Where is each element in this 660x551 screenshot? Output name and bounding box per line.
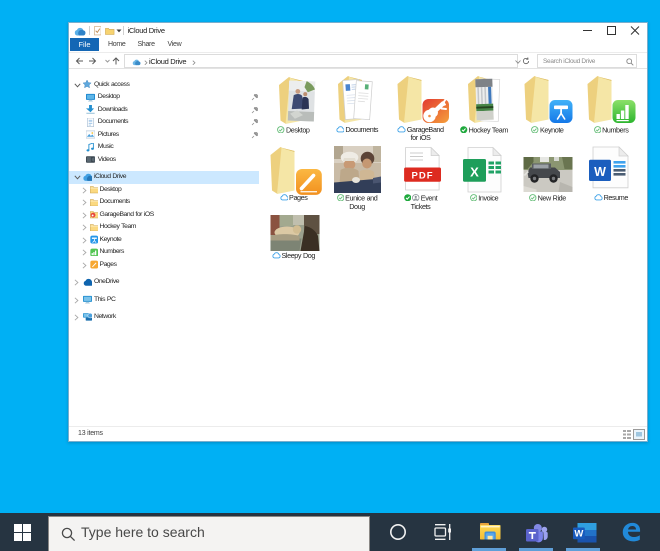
- svg-text:X: X: [470, 165, 479, 180]
- svg-text:W: W: [594, 165, 606, 179]
- svg-text:PDF: PDF: [411, 170, 433, 181]
- svg-text:W: W: [574, 529, 583, 540]
